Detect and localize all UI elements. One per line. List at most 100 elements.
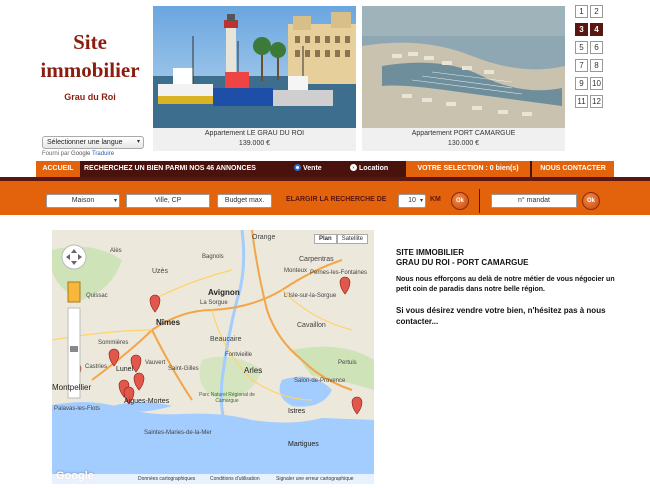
info-title-1: SITE IMMOBILIER <box>396 248 464 257</box>
widen-search-label: ELARGIR LA RECHERCHE DE <box>286 196 387 203</box>
listing-photo-1[interactable] <box>153 6 356 128</box>
map-label: Aigues-Mortes <box>124 398 170 405</box>
pager-page-9[interactable]: 9 <box>575 77 588 90</box>
map-label: Lunel <box>116 366 134 373</box>
site-logo[interactable]: Site immobilier Grau du Roi <box>30 28 150 102</box>
logo-line-1: Site <box>73 30 107 54</box>
pager-page-2[interactable]: 2 <box>590 5 603 18</box>
map-report-link[interactable]: Signaler une erreur cartographique <box>276 474 354 484</box>
map-label: Cavaillon <box>297 322 326 329</box>
language-select-value: Sélectionner une langue <box>47 139 123 146</box>
map-label: Orange <box>252 234 276 241</box>
city-input[interactable]: Ville, CP <box>126 194 210 208</box>
radius-unit: KM <box>430 196 441 203</box>
radio-vente-label: Vente <box>303 165 322 172</box>
property-type-select[interactable]: Maison ▾ <box>46 194 120 208</box>
pager-page-3[interactable]: 3 <box>575 23 588 36</box>
pager-page-4[interactable]: 4 <box>590 23 603 36</box>
listing-card-2[interactable]: Appartement PORT CAMARGUE 130.000 € <box>362 6 565 151</box>
map-label: Parc Naturel Régional de Camargue <box>199 392 255 404</box>
radio-location[interactable]: Location <box>350 161 388 177</box>
listing-card-1[interactable]: Appartement LE GRAU DU ROI 139.000 € <box>153 6 356 151</box>
map-label: Salon-de-Provence <box>294 378 346 384</box>
listing-caption-2[interactable]: Appartement PORT CAMARGUE 130.000 € <box>362 128 565 149</box>
google-map[interactable]: Orange Carpentras Monteux Pernes-les-Fon… <box>52 230 374 484</box>
listing-title-1: Appartement LE GRAU DU ROI <box>204 130 305 137</box>
listing-title-2: Appartement PORT CAMARGUE <box>411 130 516 137</box>
pager-page-8[interactable]: 8 <box>590 59 603 72</box>
map-label: Istres <box>288 408 306 415</box>
map-footer: Données cartographiques Conditions d'uti… <box>52 474 374 484</box>
pager-page-6[interactable]: 6 <box>590 41 603 54</box>
map-label: Fontvieille <box>225 352 253 358</box>
map-label: Palavas-les-Flots <box>54 406 101 412</box>
search-bar: Maison ▾ Ville, CP Budget max. ELARGIR L… <box>0 177 650 215</box>
pager-page-5[interactable]: 5 <box>575 41 588 54</box>
map-label: Bagnols <box>202 254 224 260</box>
map-label: Beaucaire <box>210 336 242 343</box>
map-label: Montpellier <box>52 383 92 392</box>
pager-page-12[interactable]: 12 <box>590 95 603 108</box>
radio-unselected-icon[interactable] <box>350 164 357 171</box>
info-title-2: GRAU DU ROI - PORT CAMARGUE <box>396 258 529 267</box>
map-label: Saintes-Maries-de-la-Mer <box>144 430 212 436</box>
chevron-down-icon: ▾ <box>113 198 117 204</box>
main-nav: ACCUEIL RECHERCHEZ UN BIEN PARMI NOS 46 … <box>36 161 614 177</box>
map-data-link[interactable]: Données cartographiques <box>138 474 195 484</box>
divider <box>479 189 480 213</box>
logo-subtitle: Grau du Roi <box>64 92 116 102</box>
radius-value: 10 <box>408 197 416 204</box>
listing-price-1: 139.000 € <box>238 140 271 147</box>
nav-selection[interactable]: VOTRE SELECTION : 0 bien(s) <box>406 161 530 177</box>
map-terms-link[interactable]: Conditions d'utilisation <box>210 474 260 484</box>
nav-search-text: RECHERCHEZ UN BIEN PARMI NOS 46 ANNONCES <box>84 165 256 172</box>
map-label: Nîmes <box>156 318 181 327</box>
map-label: Alès <box>110 248 122 254</box>
chevron-down-icon: ▾ <box>419 198 423 204</box>
pager-page-1[interactable]: 1 <box>575 5 588 18</box>
mandate-ok-button[interactable]: Ok <box>582 192 600 210</box>
credit-google: Google <box>71 151 91 157</box>
map-label: Uzès <box>152 268 168 275</box>
page: Site immobilier Grau du Roi Sélectionner… <box>0 0 650 488</box>
credit-translate-link[interactable]: Traduire <box>92 151 114 157</box>
search-ok-button[interactable]: Ok <box>451 192 469 210</box>
map-type-control: Plan Satellite <box>313 234 368 244</box>
map-label: Pernes-les-Fontaines <box>310 270 368 276</box>
agency-info: SITE IMMOBILIER GRAU DU ROI - PORT CAMAR… <box>396 248 616 327</box>
nav-home[interactable]: ACCUEIL <box>36 161 80 177</box>
pager-page-10[interactable]: 10 <box>590 77 603 90</box>
pager-page-11[interactable]: 11 <box>575 95 588 108</box>
map-label: L'Isle-sur-la-Sorgue <box>284 293 337 299</box>
budget-input[interactable]: Budget max. <box>217 194 272 208</box>
logo-line-2: immobilier <box>40 58 140 82</box>
info-paragraph: Nous nous efforçons au delà de notre mét… <box>396 276 615 293</box>
google-translate-credit: Fourni par Google Traduire <box>42 151 114 157</box>
map-label: Martigues <box>288 441 319 448</box>
radio-location-label: Location <box>359 165 389 172</box>
listing-photo-2[interactable] <box>362 6 565 128</box>
map-label: Quissac <box>86 293 108 299</box>
nav-contact[interactable]: NOUS CONTACTER <box>532 161 614 177</box>
property-type-value: Maison <box>71 197 95 204</box>
radio-selected-icon[interactable] <box>294 164 301 171</box>
map-label: Monteux <box>284 268 308 274</box>
mandate-number-input[interactable]: n° mandat <box>491 194 577 208</box>
map-type-satellite[interactable]: Satellite <box>336 234 368 244</box>
map-type-plan[interactable]: Plan <box>313 234 337 244</box>
radio-vente[interactable]: Vente <box>294 161 322 177</box>
map-label: Avignon <box>208 288 240 297</box>
map-label: Carpentras <box>299 256 334 263</box>
radius-select[interactable]: 10 ▾ <box>398 194 426 208</box>
map-label: La Sorgue <box>200 300 228 306</box>
credit-prefix: Fourni par <box>42 151 70 157</box>
map-label: Vauvert <box>145 360 166 366</box>
map-label: Sommières <box>98 340 129 346</box>
map-label: Castries <box>85 364 108 370</box>
map-label: Saint-Gilles <box>168 366 199 372</box>
chevron-down-icon: ▾ <box>136 139 140 145</box>
pager-page-7[interactable]: 7 <box>575 59 588 72</box>
map-label: Arles <box>244 366 263 375</box>
listing-caption-1[interactable]: Appartement LE GRAU DU ROI 139.000 € <box>153 128 356 149</box>
language-select[interactable]: Sélectionner une langue ▾ <box>42 136 144 149</box>
